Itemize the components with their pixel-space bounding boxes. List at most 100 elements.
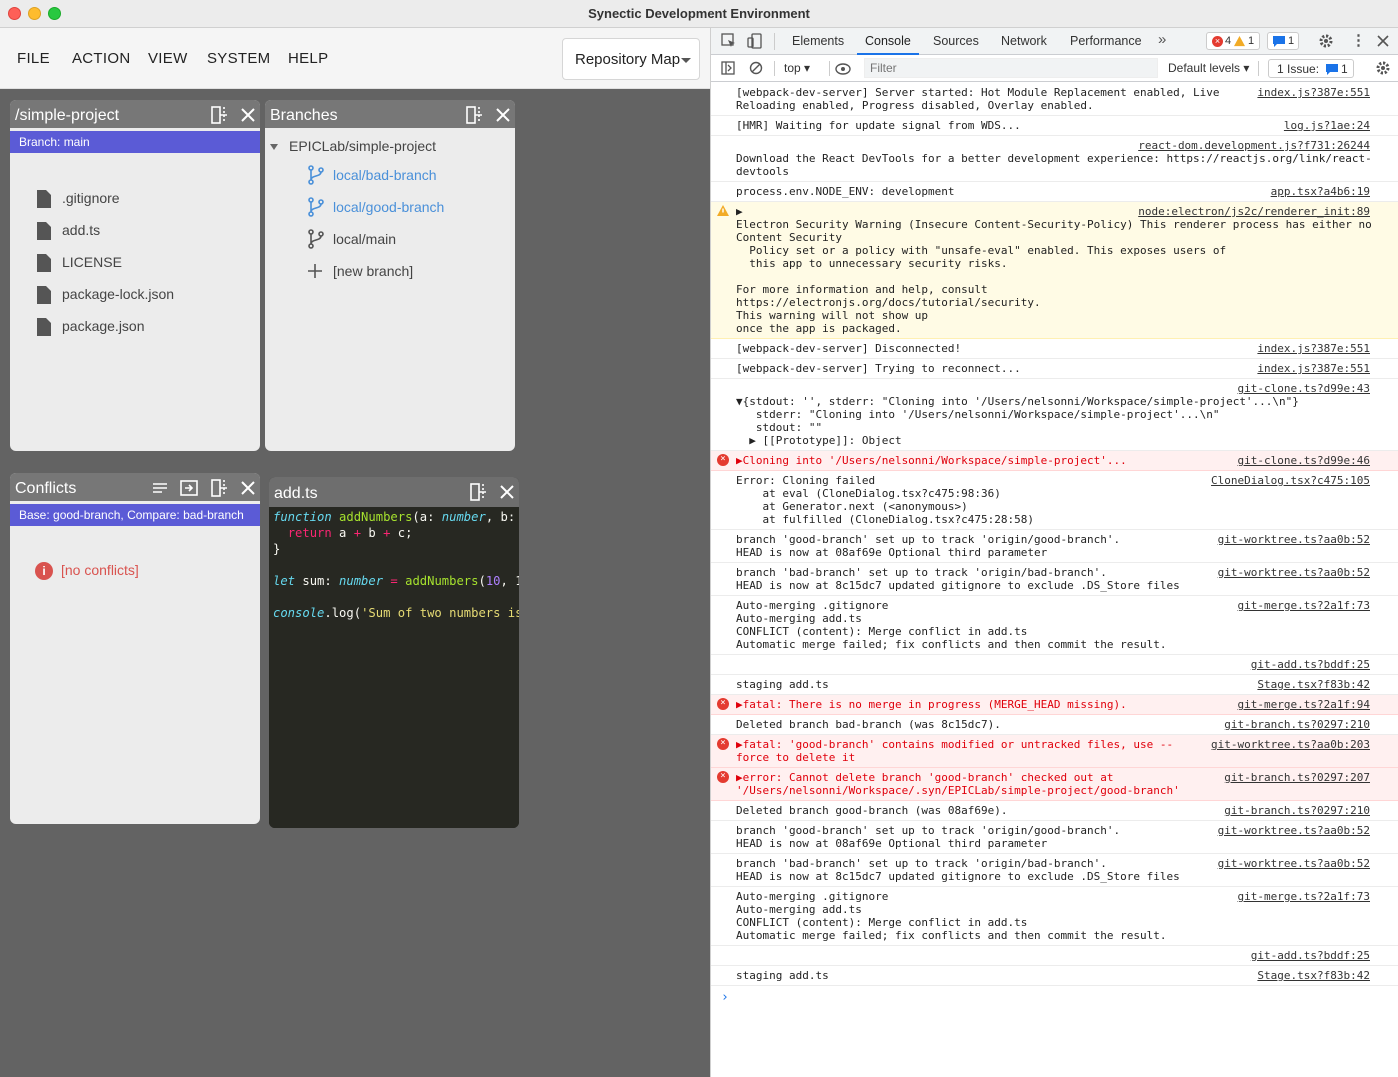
console-source-link[interactable]: git-branch.ts?0297:207 xyxy=(1224,771,1370,784)
console-source-link[interactable]: Stage.tsx?f83b:42 xyxy=(1257,969,1370,982)
error-warning-counter[interactable]: × 4 1 xyxy=(1206,32,1260,50)
console-message[interactable]: [webpack-dev-server] Trying to reconnect… xyxy=(711,359,1398,379)
console-message[interactable]: ▼{stdout: '', stderr: "Cloning into '/Us… xyxy=(711,379,1398,451)
console-message[interactable]: git-add.ts?bddf:25 xyxy=(711,946,1398,966)
console-message[interactable]: × ▶error: Cannot delete branch 'good-bran… xyxy=(711,768,1398,801)
console-message[interactable]: branch 'good-branch' set up to track 'or… xyxy=(711,821,1398,854)
tab-console[interactable]: Console xyxy=(857,28,919,55)
inspect-element-icon[interactable] xyxy=(721,33,737,49)
console-message-text: ▶fatal: 'good-branch' contains modified … xyxy=(736,738,1174,764)
console-message[interactable]: branch 'good-branch' set up to track 'or… xyxy=(711,530,1398,563)
code-editor[interactable]: function addNumbers(a: number, b: return… xyxy=(269,507,519,828)
console-source-link[interactable]: git-add.ts?bddf:25 xyxy=(1251,658,1370,671)
close-icon[interactable] xyxy=(238,478,258,498)
list-icon[interactable] xyxy=(150,478,170,498)
more-tabs-icon[interactable]: » xyxy=(1158,31,1166,48)
console-source-link[interactable]: log.js?1ae:24 xyxy=(1284,119,1370,132)
console-message[interactable]: Deleted branch bad-branch (was 8c15dc7).… xyxy=(711,715,1398,735)
console-settings-gear-icon[interactable] xyxy=(1375,60,1391,76)
console-source-link[interactable]: git-add.ts?bddf:25 xyxy=(1251,949,1370,962)
branch-item-bad[interactable]: local/bad-branch xyxy=(307,165,437,185)
console-source-link[interactable]: app.tsx?a4b6:19 xyxy=(1271,185,1370,198)
console-source-link[interactable]: git-worktree.ts?aa0b:52 xyxy=(1218,533,1370,546)
split-view-icon[interactable] xyxy=(468,482,488,502)
console-source-link[interactable]: index.js?387e:551 xyxy=(1257,342,1370,355)
console-message[interactable]: staging add.ts Stage.tsx?f83b:42 xyxy=(711,966,1398,986)
open-icon[interactable] xyxy=(179,478,199,498)
menu-help[interactable]: HELP xyxy=(288,50,328,67)
console-source-link[interactable]: index.js?387e:551 xyxy=(1257,362,1370,375)
tab-network[interactable]: Network xyxy=(993,28,1055,55)
console-message[interactable]: ▶ Electron Security Warning (Insecure Co… xyxy=(711,202,1398,339)
console-message[interactable]: git-add.ts?bddf:25 xyxy=(711,655,1398,675)
sidebar-toggle-icon[interactable] xyxy=(721,61,735,75)
console-message[interactable]: branch 'bad-branch' set up to track 'ori… xyxy=(711,563,1398,596)
console-source-link[interactable]: git-branch.ts?0297:210 xyxy=(1224,718,1370,731)
console-prompt[interactable]: › xyxy=(711,986,1398,1005)
conflicts-card[interactable]: Conflicts Base: good-branch, Compare: ba… xyxy=(10,473,260,824)
close-icon[interactable] xyxy=(493,105,513,125)
console-source-link[interactable]: react-dom.development.js?f731:26244 xyxy=(1138,139,1370,152)
message-counter[interactable]: 1 xyxy=(1267,32,1299,50)
repo-tree-item[interactable]: EPICLab/simple-project xyxy=(270,138,436,154)
console-message[interactable]: staging add.ts Stage.tsx?f83b:42 xyxy=(711,675,1398,695)
console-message[interactable]: Error: Cloning failed at eval (CloneDial… xyxy=(711,471,1398,530)
console-message[interactable]: [HMR] Waiting for update signal from WDS… xyxy=(711,116,1398,136)
console-source-link[interactable]: git-worktree.ts?aa0b:52 xyxy=(1218,824,1370,837)
menu-system[interactable]: SYSTEM xyxy=(207,50,270,67)
console-message[interactable]: [webpack-dev-server] Disconnected! index.… xyxy=(711,339,1398,359)
tab-performance[interactable]: Performance xyxy=(1062,28,1150,55)
console-source-link[interactable]: git-worktree.ts?aa0b:203 xyxy=(1211,738,1370,751)
console-message[interactable]: process.env.NODE_ENV: development app.tsx… xyxy=(711,182,1398,202)
console-source-link[interactable]: node:electron/js2c/renderer_init:89 xyxy=(1138,205,1370,218)
tab-elements[interactable]: Elements xyxy=(784,28,852,55)
close-icon[interactable] xyxy=(497,482,517,502)
context-select[interactable]: top ▾ xyxy=(784,61,810,75)
console-message[interactable]: Download the React DevTools for a better… xyxy=(711,136,1398,182)
eye-icon[interactable] xyxy=(835,63,851,75)
branch-item-good[interactable]: local/good-branch xyxy=(307,197,444,217)
console-source-link[interactable]: git-merge.ts?2a1f:73 xyxy=(1238,890,1370,903)
filter-input[interactable] xyxy=(864,58,1158,78)
log-levels-select[interactable]: Default levels ▾ xyxy=(1168,61,1249,75)
kebab-menu-icon[interactable]: ⋮ xyxy=(1351,31,1366,49)
console-source-link[interactable]: CloneDialog.tsx?c475:105 xyxy=(1211,474,1370,487)
settings-gear-icon[interactable] xyxy=(1318,33,1334,49)
console-source-link[interactable]: Stage.tsx?f83b:42 xyxy=(1257,678,1370,691)
split-view-icon[interactable] xyxy=(209,105,229,125)
console-source-link[interactable]: git-merge.ts?2a1f:94 xyxy=(1238,698,1370,711)
console-source-link[interactable]: git-merge.ts?2a1f:73 xyxy=(1238,599,1370,612)
issues-button[interactable]: 1 Issue: 1 xyxy=(1268,59,1354,78)
console-source-link[interactable]: git-clone.ts?d99e:43 xyxy=(1238,382,1370,395)
console-log: [webpack-dev-server] Server started: Hot… xyxy=(711,83,1398,1077)
console-message[interactable]: × ▶fatal: 'good-branch' contains modified… xyxy=(711,735,1398,768)
console-message[interactable]: Deleted branch good-branch (was 08af69e)… xyxy=(711,801,1398,821)
console-message[interactable]: Auto-merging .gitignore Auto-merging add… xyxy=(711,887,1398,946)
editor-card[interactable]: add.ts function addNumbers(a: number, b:… xyxy=(269,477,519,828)
device-toolbar-icon[interactable] xyxy=(747,33,763,49)
console-source-link[interactable]: index.js?387e:551 xyxy=(1257,86,1370,99)
console-message[interactable]: Auto-merging .gitignore Auto-merging add… xyxy=(711,596,1398,655)
console-source-link[interactable]: git-branch.ts?0297:210 xyxy=(1224,804,1370,817)
console-source-link[interactable]: git-clone.ts?d99e:46 xyxy=(1238,454,1370,467)
console-message[interactable]: × ▶Cloning into '/Users/nelsonni/Workspac… xyxy=(711,451,1398,471)
repository-map-select[interactable]: Repository Map xyxy=(562,38,700,80)
split-view-icon[interactable] xyxy=(464,105,484,125)
clear-console-icon[interactable] xyxy=(749,61,763,75)
branch-item-main[interactable]: local/main xyxy=(307,229,396,249)
branches-card[interactable]: Branches EPICLab/simple-project local/ba… xyxy=(265,100,515,451)
console-source-link[interactable]: git-worktree.ts?aa0b:52 xyxy=(1218,566,1370,579)
new-branch-item[interactable]: [new branch] xyxy=(307,263,413,279)
menu-view[interactable]: VIEW xyxy=(148,50,188,67)
menu-file[interactable]: FILE xyxy=(17,50,50,67)
close-icon[interactable] xyxy=(238,105,258,125)
split-view-icon[interactable] xyxy=(209,478,229,498)
menu-action[interactable]: ACTION xyxy=(72,50,130,67)
console-message[interactable]: branch 'bad-branch' set up to track 'ori… xyxy=(711,854,1398,887)
close-devtools-icon[interactable] xyxy=(1377,35,1389,47)
explorer-card[interactable]: /simple-project Branch: main .gitignore … xyxy=(10,100,260,451)
console-message[interactable]: × ▶fatal: There is no merge in progress (… xyxy=(711,695,1398,715)
console-message[interactable]: [webpack-dev-server] Server started: Hot… xyxy=(711,83,1398,116)
console-source-link[interactable]: git-worktree.ts?aa0b:52 xyxy=(1218,857,1370,870)
tab-sources[interactable]: Sources xyxy=(925,28,987,55)
